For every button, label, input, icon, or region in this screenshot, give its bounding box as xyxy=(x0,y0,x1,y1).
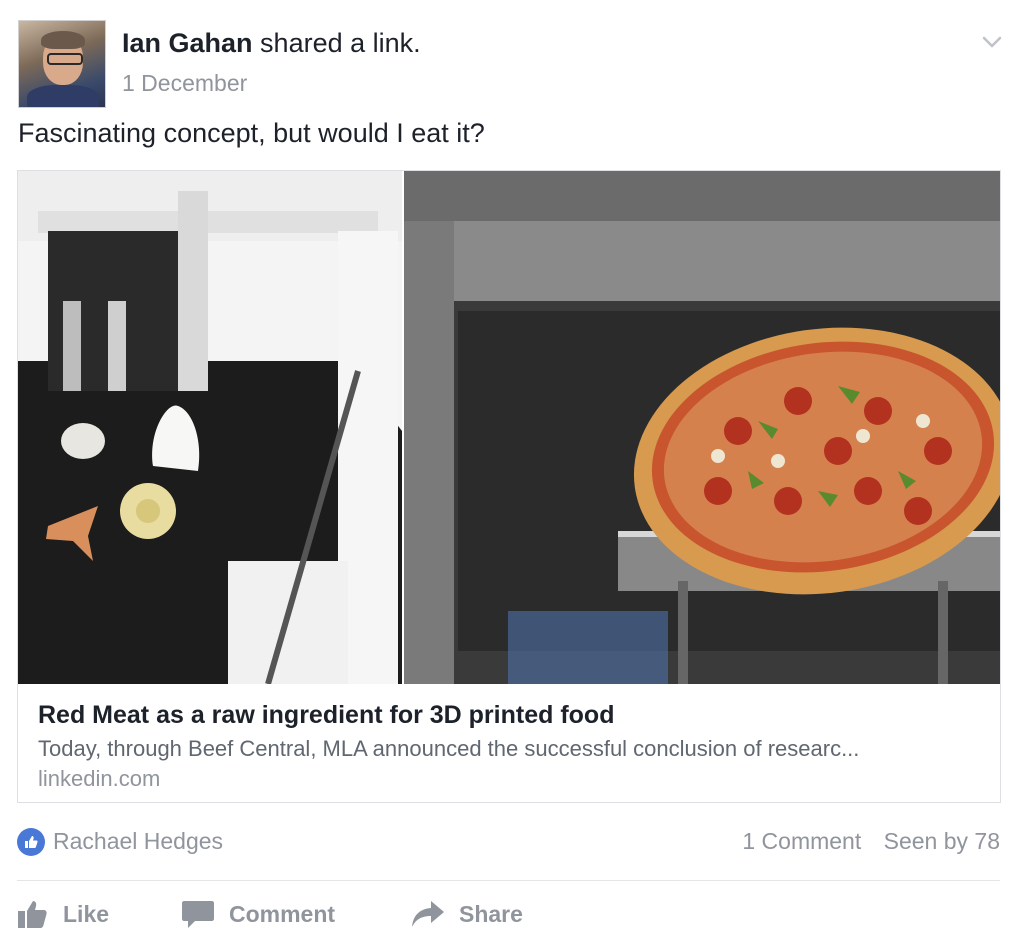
share-arrow-icon xyxy=(412,901,444,927)
link-title[interactable]: Red Meat as a raw ingredient for 3D prin… xyxy=(38,701,980,730)
like-button[interactable]: Like xyxy=(17,894,109,934)
link-description: Today, through Beef Central, MLA announc… xyxy=(38,736,860,761)
chevron-down-icon[interactable] xyxy=(980,30,1004,54)
share-label: Share xyxy=(459,900,523,927)
action-bar: Like Comment Share xyxy=(17,894,1000,934)
author-name[interactable]: Ian Gahan xyxy=(122,28,253,58)
author-line: Ian Gahan shared a link. xyxy=(122,28,421,59)
avatar-glasses xyxy=(47,53,83,65)
avatar-hair xyxy=(41,31,85,49)
link-meta: Red Meat as a raw ingredient for 3D prin… xyxy=(38,701,980,792)
link-domain: linkedin.com xyxy=(38,766,161,791)
thumbs-up-icon xyxy=(18,901,47,928)
seen-count[interactable]: Seen by 78 xyxy=(884,828,1000,854)
comment-label: Comment xyxy=(229,900,336,927)
post-timestamp[interactable]: 1 December xyxy=(122,70,247,97)
comment-button[interactable]: Comment xyxy=(181,894,335,934)
post-header: Ian Gahan shared a link. 1 December xyxy=(18,20,1004,108)
like-label: Like xyxy=(63,900,110,927)
like-reaction-icon xyxy=(17,828,45,856)
reactor-name[interactable]: Rachael Hedges xyxy=(53,828,223,855)
share-button[interactable]: Share xyxy=(411,894,523,934)
comment-count[interactable]: 1 Comment xyxy=(742,828,861,854)
post-text: Fascinating concept, but would I eat it? xyxy=(18,118,485,148)
divider xyxy=(17,880,1000,881)
engagement-counts: 1 Comment Seen by 78 xyxy=(742,828,1000,855)
comment-bubble-icon xyxy=(182,901,214,928)
avatar-shirt xyxy=(27,85,99,107)
reactions-bar: Rachael Hedges 1 Comment Seen by 78 xyxy=(17,826,1000,860)
author-avatar[interactable] xyxy=(18,20,106,108)
link-preview-card[interactable]: Red Meat as a raw ingredient for 3D prin… xyxy=(17,170,1001,803)
3d-food-printer-and-pizza-photo xyxy=(18,171,1000,684)
author-action: shared a link. xyxy=(260,28,421,58)
link-preview-image[interactable] xyxy=(18,171,1000,684)
